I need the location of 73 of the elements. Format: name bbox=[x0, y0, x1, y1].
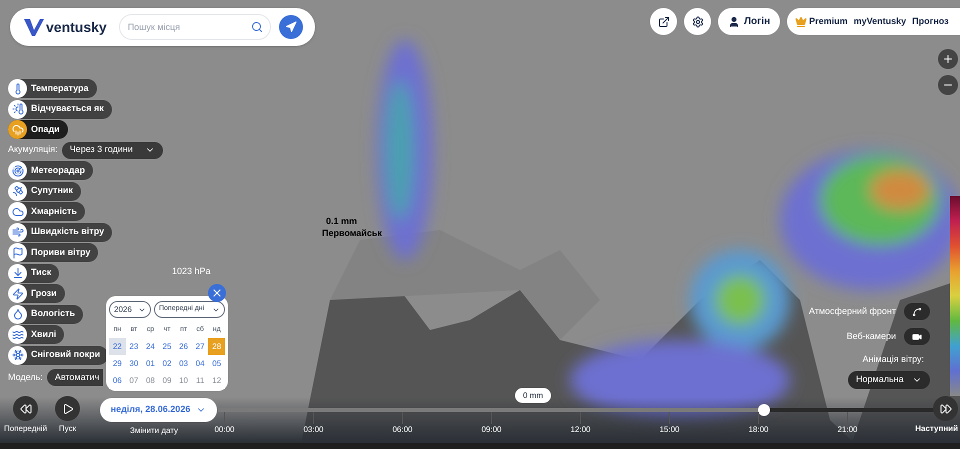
webcams-label: Веб-камери bbox=[846, 330, 896, 343]
layer-button[interactable]: Тиск bbox=[8, 264, 60, 282]
front-line-icon bbox=[912, 306, 922, 316]
calendar-day[interactable]: 22 bbox=[109, 338, 126, 355]
snowflake-icon bbox=[12, 349, 24, 361]
date-button[interactable]: неділя, 28.06.2026 bbox=[100, 398, 217, 422]
next-label: Наступний bbox=[915, 423, 958, 435]
thermometer-lines-icon bbox=[12, 103, 24, 115]
droplet-icon bbox=[12, 308, 24, 320]
model-select[interactable]: Автоматич bbox=[46, 369, 104, 386]
layer-button[interactable]: Грози bbox=[8, 284, 65, 303]
logo[interactable]: ventusky bbox=[22, 16, 107, 38]
layer-button[interactable]: Хвилі bbox=[8, 325, 64, 344]
hour-label: 18:00 bbox=[748, 424, 769, 436]
cloud-icon bbox=[12, 206, 24, 218]
hour-label: 21:00 bbox=[837, 424, 858, 436]
hour-label: 03:00 bbox=[303, 424, 324, 436]
front-label: Атмосферний фронт bbox=[808, 304, 896, 318]
layer-button[interactable]: Метеорадар bbox=[8, 161, 94, 180]
login-button[interactable]: Логін bbox=[718, 8, 780, 35]
layer-button[interactable]: Сніговий покри bbox=[8, 346, 108, 364]
layer-button[interactable]: Вологість bbox=[8, 304, 84, 324]
flag-icon bbox=[12, 246, 24, 258]
search-icon bbox=[251, 21, 263, 33]
layer-button[interactable]: Температура bbox=[8, 79, 97, 98]
hour-label: 12:00 bbox=[570, 424, 591, 436]
map-point-label: 0.1 mm bbox=[326, 215, 358, 227]
navigation-arrow-icon bbox=[285, 21, 297, 33]
arrow-down-icon bbox=[12, 267, 24, 279]
fast-forward-icon bbox=[940, 402, 952, 414]
play-icon bbox=[62, 402, 74, 414]
satellite-icon bbox=[12, 185, 24, 197]
user-icon bbox=[728, 16, 740, 28]
wind-icon bbox=[12, 226, 24, 238]
camera-icon bbox=[912, 332, 922, 342]
hour-label: 00:00 bbox=[214, 424, 235, 436]
layer-button[interactable]: Хмарність bbox=[8, 202, 85, 221]
accumulation-label: Акумуляція: bbox=[8, 143, 58, 156]
rain-cloud-icon bbox=[12, 124, 24, 136]
layer-button[interactable]: Супутник bbox=[8, 182, 81, 200]
my-ventusky-link[interactable]: myVentusky bbox=[854, 14, 906, 28]
plus-icon bbox=[942, 53, 954, 65]
model-label: Модель: bbox=[8, 370, 43, 384]
accumulation-select[interactable]: Через 3 години bbox=[62, 142, 163, 158]
search-field[interactable]: Пошук місця bbox=[118, 14, 271, 40]
wind-animation-select[interactable]: Нормальна bbox=[848, 370, 930, 388]
wind-animation-label: Анімація вітру: bbox=[862, 353, 924, 366]
logo-v-icon bbox=[22, 17, 44, 37]
external-link-icon bbox=[658, 16, 670, 28]
hour-label: 15:00 bbox=[659, 424, 680, 436]
previous-label: Попередній bbox=[4, 423, 48, 435]
radar-icon bbox=[12, 164, 24, 176]
layer-button[interactable]: Відчувається як bbox=[8, 100, 112, 118]
play-label: Пуск bbox=[58, 423, 76, 435]
close-icon bbox=[211, 287, 223, 299]
settings-icon bbox=[692, 16, 704, 28]
hour-label: 06:00 bbox=[392, 424, 413, 436]
hour-label: 09:00 bbox=[481, 424, 502, 436]
rewind-icon bbox=[20, 402, 32, 414]
pressure-label: 1023 hPa bbox=[172, 265, 211, 278]
lightning-icon bbox=[12, 288, 24, 300]
layer-button[interactable]: Пориви вітру bbox=[8, 243, 98, 262]
year-select[interactable]: 2026 bbox=[109, 301, 151, 318]
layer-button[interactable]: Опади bbox=[8, 120, 68, 139]
tooltip: 0 mm bbox=[515, 388, 551, 403]
layer-button[interactable]: Швидкість вітру bbox=[8, 222, 112, 242]
locate-button[interactable] bbox=[279, 15, 303, 39]
map-point-label: Первомайськ bbox=[322, 227, 382, 239]
crown-icon bbox=[795, 16, 808, 28]
change-date-link[interactable]: Змінити дату bbox=[130, 425, 178, 437]
premium-link[interactable]: Premium bbox=[795, 14, 848, 28]
waves-icon bbox=[12, 328, 24, 340]
forecast-link[interactable]: Прогноз bbox=[912, 14, 949, 28]
